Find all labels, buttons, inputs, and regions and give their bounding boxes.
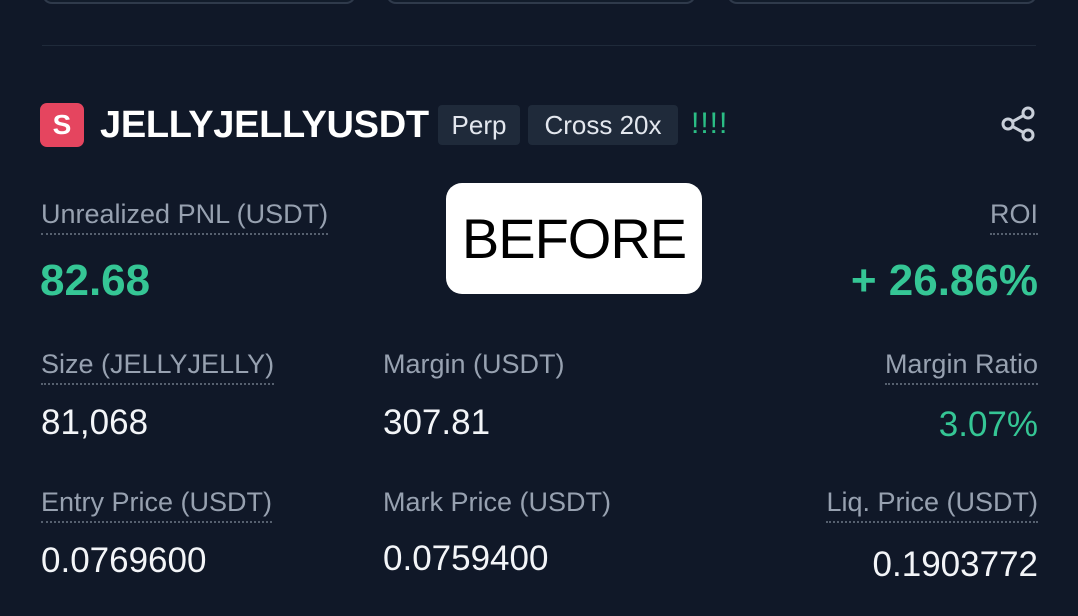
tag-cross-leverage[interactable]: Cross 20x [528,105,678,145]
margin-ratio-label[interactable]: Margin Ratio [884,348,1038,385]
top-tab-1[interactable] [42,0,356,4]
position-header: S JELLYJELLYUSDT Perp Cross 20x !!!! [40,103,1038,147]
margin-ratio-value: 3.07% [938,405,1038,444]
risk-indicator-icon: !!!! [691,107,729,140]
size-value: 81,068 [41,403,149,442]
top-tab-2[interactable] [386,0,696,4]
roi-label[interactable]: ROI [989,198,1038,235]
position-symbol[interactable]: JELLYJELLYUSDT [100,102,429,148]
unrealized-pnl-label[interactable]: Unrealized PNL (USDT) [41,198,329,235]
entry-price-value: 0.0769600 [41,541,207,580]
tag-perp: Perp [438,105,520,145]
margin-label: Margin (USDT) [383,349,565,379]
unrealized-pnl-value: 82.68 [40,256,151,305]
roi-value: + 26.86% [850,256,1038,305]
coin-icon: S [40,103,84,147]
margin-value: 307.81 [383,403,491,442]
top-tab-3[interactable] [727,0,1037,4]
section-divider [42,45,1036,46]
entry-price-label[interactable]: Entry Price (USDT) [41,486,273,523]
mark-price-label: Mark Price (USDT) [383,487,611,517]
liq-price-value: 0.1903772 [872,545,1038,584]
size-label[interactable]: Size (JELLYJELLY) [41,348,275,385]
before-overlay-label: BEFORE [446,183,702,294]
liq-price-label[interactable]: Liq. Price (USDT) [826,486,1038,523]
mark-price-value: 0.0759400 [383,539,549,578]
share-icon[interactable] [998,104,1038,144]
